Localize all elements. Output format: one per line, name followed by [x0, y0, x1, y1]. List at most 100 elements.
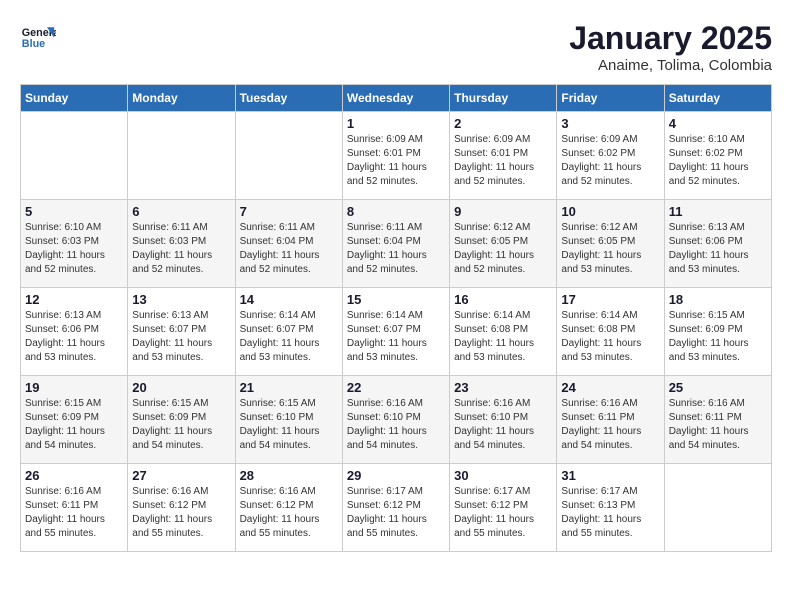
day-info: Sunrise: 6:14 AM Sunset: 6:07 PM Dayligh… [347, 309, 445, 365]
calendar-cell [235, 112, 342, 200]
header-friday: Friday [557, 85, 664, 112]
calendar-cell: 11Sunrise: 6:13 AM Sunset: 6:06 PM Dayli… [664, 200, 771, 288]
calendar-cell: 23 Sunrise: 6:16 AM Sunset: 6:10 PM Dayli… [450, 376, 557, 464]
day-number: 17 [561, 292, 659, 307]
calendar-cell: 5 Sunrise: 6:10 AM Sunset: 6:03 PM Daylig… [21, 200, 128, 288]
logo: General Blue [20, 20, 56, 56]
calendar-cell [21, 112, 128, 200]
day-info: Sunrise: 6:10 AM Sunset: 6:03 PM Dayligh… [25, 221, 123, 277]
calendar-cell: 29Sunrise: 6:17 AM Sunset: 6:12 PM Dayli… [342, 464, 449, 552]
calendar-cell: 1 Sunrise: 6:09 AM Sunset: 6:01 PM Daylig… [342, 112, 449, 200]
day-number: 5 [25, 204, 123, 219]
calendar-cell: 18Sunrise: 6:15 AM Sunset: 6:09 PM Dayli… [664, 288, 771, 376]
header-sunday: Sunday [21, 85, 128, 112]
day-number: 11 [669, 204, 767, 219]
calendar-cell: 20 Sunrise: 6:15 AM Sunset: 6:09 PM Dayli… [128, 376, 235, 464]
day-info: Sunrise: 6:09 AM Sunset: 6:01 PM Dayligh… [454, 133, 552, 189]
calendar-cell: 8 Sunrise: 6:11 AM Sunset: 6:04 PM Daylig… [342, 200, 449, 288]
header-tuesday: Tuesday [235, 85, 342, 112]
day-number: 12 [25, 292, 123, 307]
calendar-cell: 16Sunrise: 6:14 AM Sunset: 6:08 PM Dayli… [450, 288, 557, 376]
logo-icon: General Blue [20, 20, 56, 56]
day-number: 8 [347, 204, 445, 219]
day-number: 20 [132, 380, 230, 395]
calendar-cell: 26 Sunrise: 6:16 AM Sunset: 6:11 PM Dayli… [21, 464, 128, 552]
calendar-cell: 30 Sunrise: 6:17 AM Sunset: 6:12 PM Dayli… [450, 464, 557, 552]
day-info: Sunrise: 6:09 AM Sunset: 6:02 PM Dayligh… [561, 133, 659, 189]
day-number: 7 [240, 204, 338, 219]
day-info: Sunrise: 6:12 AM Sunset: 6:05 PM Dayligh… [454, 221, 552, 277]
day-number: 9 [454, 204, 552, 219]
day-info: Sunrise: 6:16 AM Sunset: 6:12 PM Dayligh… [132, 485, 230, 541]
day-number: 3 [561, 116, 659, 131]
day-number: 30 [454, 468, 552, 483]
day-number: 24 [561, 380, 659, 395]
day-info: Sunrise: 6:10 AM Sunset: 6:02 PM Dayligh… [669, 133, 767, 189]
calendar-cell: 2 Sunrise: 6:09 AM Sunset: 6:01 PM Daylig… [450, 112, 557, 200]
calendar-cell: 10 Sunrise: 6:12 AM Sunset: 6:05 PM Dayli… [557, 200, 664, 288]
day-info: Sunrise: 6:16 AM Sunset: 6:10 PM Dayligh… [347, 397, 445, 453]
day-number: 16 [454, 292, 552, 307]
calendar-subtitle: Anaime, Tolima, Colombia [569, 57, 772, 74]
day-info: Sunrise: 6:15 AM Sunset: 6:09 PM Dayligh… [132, 397, 230, 453]
day-number: 15 [347, 292, 445, 307]
calendar-cell: 12 Sunrise: 6:13 AM Sunset: 6:06 PM Dayli… [21, 288, 128, 376]
header-thursday: Thursday [450, 85, 557, 112]
day-info: Sunrise: 6:16 AM Sunset: 6:10 PM Dayligh… [454, 397, 552, 453]
svg-text:Blue: Blue [22, 38, 45, 50]
day-info: Sunrise: 6:16 AM Sunset: 6:11 PM Dayligh… [669, 397, 767, 453]
day-number: 10 [561, 204, 659, 219]
header-monday: Monday [128, 85, 235, 112]
day-number: 13 [132, 292, 230, 307]
day-number: 2 [454, 116, 552, 131]
day-info: Sunrise: 6:14 AM Sunset: 6:08 PM Dayligh… [561, 309, 659, 365]
day-info: Sunrise: 6:16 AM Sunset: 6:11 PM Dayligh… [25, 485, 123, 541]
day-info: Sunrise: 6:15 AM Sunset: 6:09 PM Dayligh… [25, 397, 123, 453]
day-number: 21 [240, 380, 338, 395]
calendar-cell: 28 Sunrise: 6:16 AM Sunset: 6:12 PM Dayli… [235, 464, 342, 552]
calendar-cell [664, 464, 771, 552]
day-info: Sunrise: 6:16 AM Sunset: 6:12 PM Dayligh… [240, 485, 338, 541]
calendar-cell: 22 Sunrise: 6:16 AM Sunset: 6:10 PM Dayli… [342, 376, 449, 464]
calendar-cell: 19Sunrise: 6:15 AM Sunset: 6:09 PM Dayli… [21, 376, 128, 464]
day-number: 28 [240, 468, 338, 483]
calendar-table: Sunday Monday Tuesday Wednesday Thursday… [20, 84, 772, 552]
day-info: Sunrise: 6:13 AM Sunset: 6:07 PM Dayligh… [132, 309, 230, 365]
day-info: Sunrise: 6:13 AM Sunset: 6:06 PM Dayligh… [25, 309, 123, 365]
calendar-cell: 17 Sunrise: 6:14 AM Sunset: 6:08 PM Dayli… [557, 288, 664, 376]
day-info: Sunrise: 6:09 AM Sunset: 6:01 PM Dayligh… [347, 133, 445, 189]
day-info: Sunrise: 6:17 AM Sunset: 6:12 PM Dayligh… [454, 485, 552, 541]
page-header: General Blue January 2025 Anaime, Tolima… [20, 20, 772, 74]
calendar-cell: 14Sunrise: 6:14 AM Sunset: 6:07 PM Dayli… [235, 288, 342, 376]
calendar-cell: 9 Sunrise: 6:12 AM Sunset: 6:05 PM Daylig… [450, 200, 557, 288]
calendar-cell: 7 Sunrise: 6:11 AM Sunset: 6:04 PM Daylig… [235, 200, 342, 288]
calendar-cell: 21Sunrise: 6:15 AM Sunset: 6:10 PM Dayli… [235, 376, 342, 464]
day-number: 4 [669, 116, 767, 131]
day-number: 22 [347, 380, 445, 395]
day-number: 6 [132, 204, 230, 219]
calendar-cell: 15 Sunrise: 6:14 AM Sunset: 6:07 PM Dayli… [342, 288, 449, 376]
calendar-cell: 4 Sunrise: 6:10 AM Sunset: 6:02 PM Daylig… [664, 112, 771, 200]
day-number: 25 [669, 380, 767, 395]
calendar-title: January 2025 [569, 20, 772, 57]
calendar-cell: 27 Sunrise: 6:16 AM Sunset: 6:12 PM Dayli… [128, 464, 235, 552]
header-wednesday: Wednesday [342, 85, 449, 112]
day-info: Sunrise: 6:12 AM Sunset: 6:05 PM Dayligh… [561, 221, 659, 277]
day-number: 1 [347, 116, 445, 131]
day-info: Sunrise: 6:17 AM Sunset: 6:13 PM Dayligh… [561, 485, 659, 541]
day-info: Sunrise: 6:14 AM Sunset: 6:07 PM Dayligh… [240, 309, 338, 365]
day-info: Sunrise: 6:11 AM Sunset: 6:03 PM Dayligh… [132, 221, 230, 277]
day-number: 27 [132, 468, 230, 483]
day-info: Sunrise: 6:11 AM Sunset: 6:04 PM Dayligh… [240, 221, 338, 277]
day-number: 23 [454, 380, 552, 395]
calendar-cell [128, 112, 235, 200]
calendar-header: Sunday Monday Tuesday Wednesday Thursday… [21, 85, 772, 112]
calendar-cell: 25 Sunrise: 6:16 AM Sunset: 6:11 PM Dayli… [664, 376, 771, 464]
day-number: 29 [347, 468, 445, 483]
day-number: 26 [25, 468, 123, 483]
day-info: Sunrise: 6:11 AM Sunset: 6:04 PM Dayligh… [347, 221, 445, 277]
title-area: January 2025 Anaime, Tolima, Colombia [569, 20, 772, 74]
header-saturday: Saturday [664, 85, 771, 112]
day-number: 31 [561, 468, 659, 483]
calendar-cell: 3 Sunrise: 6:09 AM Sunset: 6:02 PM Daylig… [557, 112, 664, 200]
